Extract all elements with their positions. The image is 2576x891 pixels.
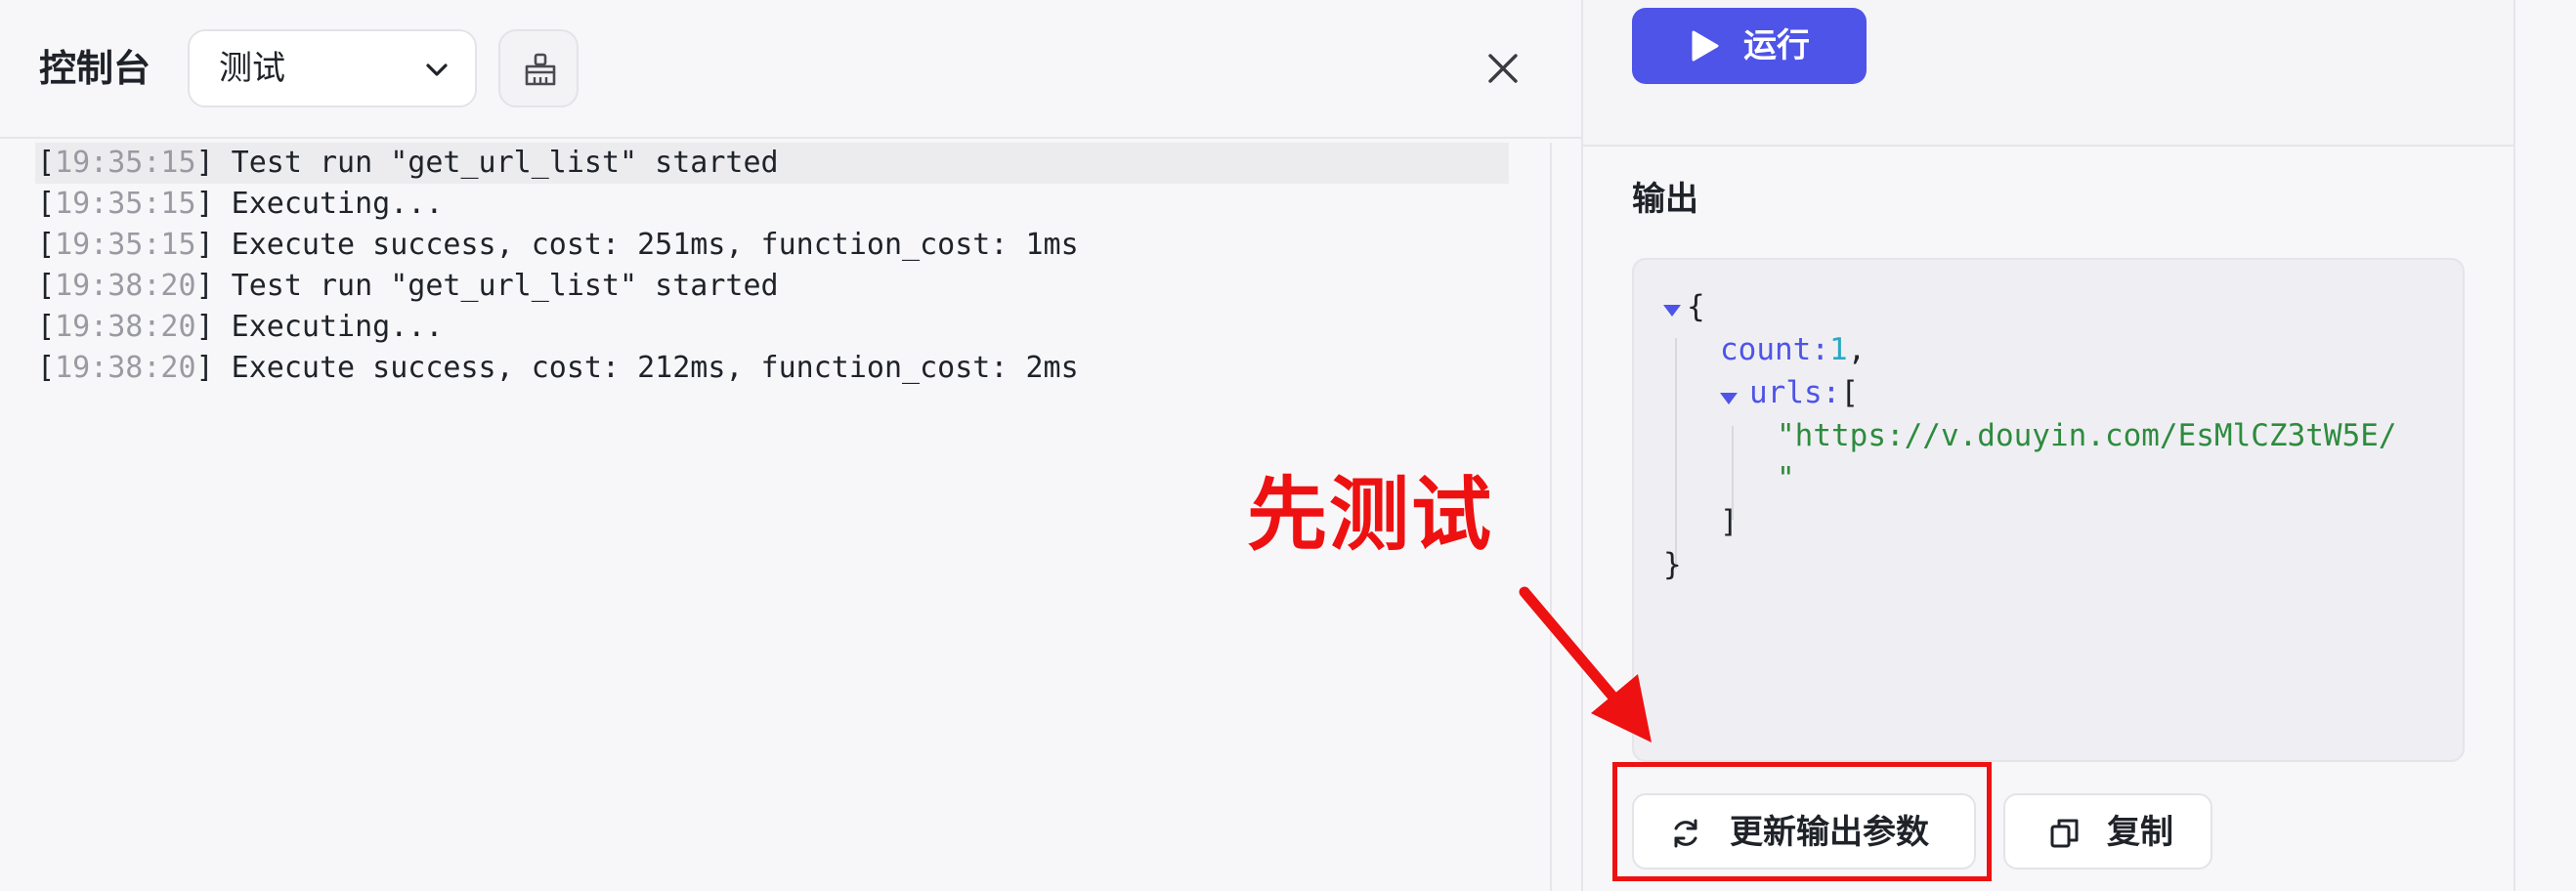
log-line: [19:35:15] Execute success, cost: 251ms,… xyxy=(35,225,1509,266)
json-key-urls: urls: xyxy=(1749,375,1841,410)
console-panel: 控制台 测试 [19:35:15] Test run "get_url_list… xyxy=(0,0,1583,891)
broom-icon xyxy=(525,53,556,86)
log-bracket: ] xyxy=(195,146,214,180)
log-message: Executing... xyxy=(213,310,444,344)
panel-divider xyxy=(2513,145,2515,891)
clear-console-button[interactable] xyxy=(498,29,579,107)
log-timestamp: 19:38:20 xyxy=(55,310,196,344)
close-icon xyxy=(1488,54,1518,83)
log-bracket: [ xyxy=(37,269,56,303)
output-json-viewer: { count:1, urls:[ "https://v.douyin.com/… xyxy=(1632,258,2465,762)
collapse-urls-icon[interactable] xyxy=(1720,393,1738,404)
log-timestamp: 19:35:15 xyxy=(55,146,196,180)
run-toolbar: 运行 xyxy=(1583,0,2515,147)
json-close-bracket: ] xyxy=(1720,504,1739,539)
console-header: 控制台 测试 xyxy=(0,0,1581,139)
console-scrollbar[interactable] xyxy=(1550,143,1552,891)
output-panel: 运行 输出 { count:1, urls:[ "https://v.douyi… xyxy=(1583,0,2576,891)
annotation-highlight-box xyxy=(1612,762,1992,881)
chevron-down-icon xyxy=(426,64,448,76)
console-title: 控制台 xyxy=(39,47,151,90)
log-bracket: ] xyxy=(195,351,214,385)
log-bracket: ] xyxy=(195,187,214,221)
environment-select-value: 测试 xyxy=(219,49,285,88)
copy-icon xyxy=(2050,819,2079,848)
log-bracket: [ xyxy=(37,228,56,262)
log-timestamp: 19:38:20 xyxy=(55,351,196,385)
json-urls-line: urls:[ xyxy=(1749,371,1859,414)
log-bracket: ] xyxy=(195,269,214,303)
log-line: [19:35:15] Executing... xyxy=(35,184,1509,225)
log-bracket: ] xyxy=(195,228,214,262)
log-timestamp: 19:38:20 xyxy=(55,269,196,303)
log-message: Test run "get_url_list" started xyxy=(213,269,779,303)
log-message: Test run "get_url_list" started xyxy=(213,146,779,180)
json-comma: , xyxy=(1847,332,1867,367)
play-icon xyxy=(1692,30,1719,62)
log-line: [19:35:15] Test run "get_url_list" start… xyxy=(35,143,1509,184)
json-url-value: "https://v.douyin.com/EsMlCZ3tW5E/ xyxy=(1777,418,2397,453)
copy-button-label: 复制 xyxy=(2107,813,2173,852)
log-message: Execute success, cost: 251ms, function_c… xyxy=(213,228,1079,262)
log-message: Execute success, cost: 212ms, function_c… xyxy=(213,351,1079,385)
json-open-bracket: [ xyxy=(1840,375,1859,410)
environment-select[interactable]: 测试 xyxy=(188,29,477,107)
annotation-arrow-icon xyxy=(1519,586,1652,742)
log-line: [19:38:20] Test run "get_url_list" start… xyxy=(35,266,1509,307)
output-title: 输出 xyxy=(1632,180,1698,219)
json-count-line: count:1, xyxy=(1720,328,1866,371)
json-open-brace: { xyxy=(1687,289,1705,324)
log-timestamp: 19:35:15 xyxy=(55,228,196,262)
json-url-value-end: " xyxy=(1777,461,1795,496)
collapse-root-icon[interactable] xyxy=(1663,305,1681,317)
annotation-text: 先测试 xyxy=(1247,469,1494,562)
log-bracket: [ xyxy=(37,310,56,344)
json-value-count: 1 xyxy=(1828,332,1848,367)
indent-guide xyxy=(1675,338,1677,569)
json-key-count: count: xyxy=(1720,332,1829,367)
copy-button[interactable]: 复制 xyxy=(2003,793,2212,870)
log-bracket: [ xyxy=(37,351,56,385)
log-bracket: [ xyxy=(37,146,56,180)
log-line: [19:38:20] Execute success, cost: 212ms,… xyxy=(35,348,1509,389)
run-button-label: 运行 xyxy=(1743,26,1810,65)
log-bracket: ] xyxy=(195,310,214,344)
log-bracket: [ xyxy=(37,187,56,221)
log-line: [19:38:20] Executing... xyxy=(35,307,1509,348)
log-timestamp: 19:35:15 xyxy=(55,187,196,221)
run-button[interactable]: 运行 xyxy=(1632,8,1867,84)
close-console-button[interactable] xyxy=(1476,45,1530,94)
log-message: Executing... xyxy=(213,187,444,221)
